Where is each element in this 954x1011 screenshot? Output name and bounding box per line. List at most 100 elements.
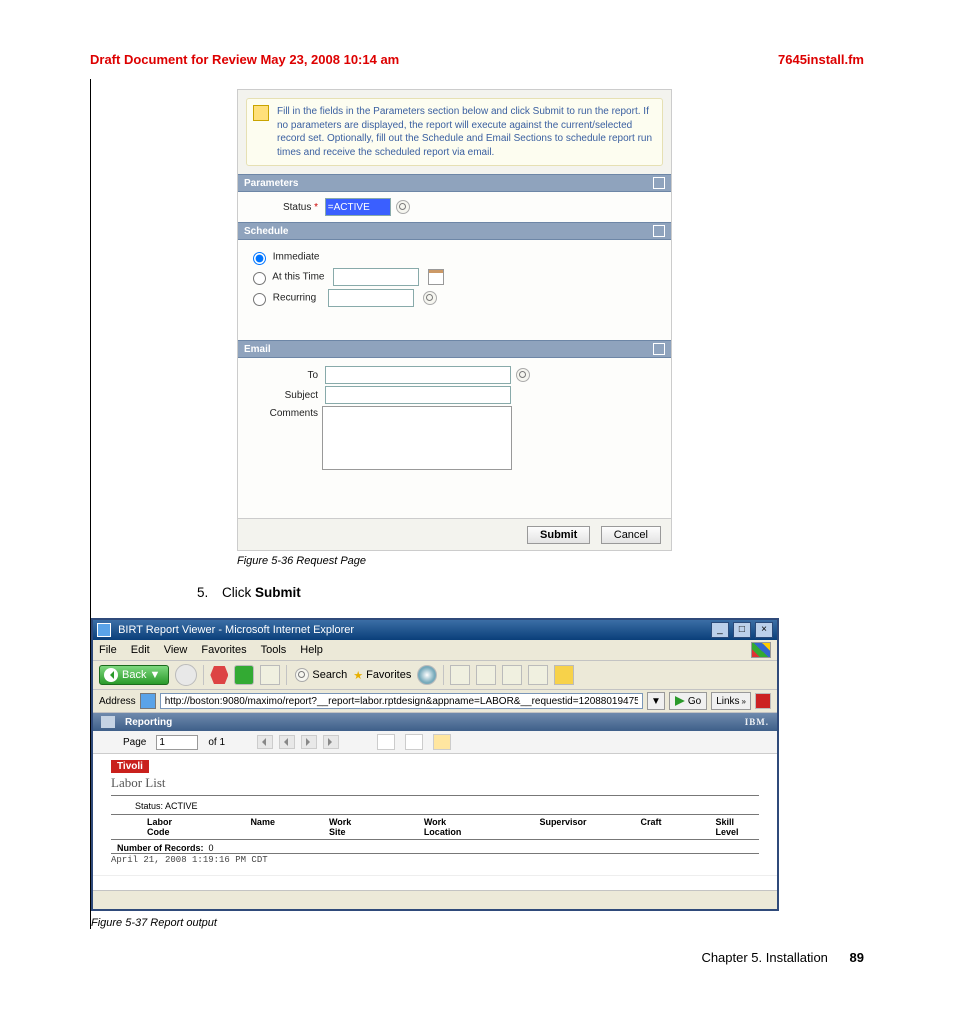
- submit-button[interactable]: Submit: [527, 526, 590, 544]
- email-body: To Subject Comments: [238, 358, 671, 518]
- prev-page-icon[interactable]: [279, 735, 295, 749]
- calendar-icon[interactable]: [428, 269, 444, 285]
- comments-textarea[interactable]: [322, 406, 512, 470]
- at-this-time-radio[interactable]: [253, 272, 266, 285]
- home-icon[interactable]: [260, 665, 280, 685]
- browser-window: BIRT Report Viewer - Microsoft Internet …: [91, 618, 779, 911]
- subject-label: Subject: [246, 390, 318, 401]
- windows-flag-icon: [751, 642, 771, 658]
- page: Draft Document for Review May 23, 2008 1…: [0, 0, 954, 1011]
- immediate-radio[interactable]: [253, 252, 266, 265]
- recurring-lookup-icon[interactable]: [423, 291, 437, 305]
- page-header: Draft Document for Review May 23, 2008 1…: [90, 52, 864, 67]
- export-icon[interactable]: [377, 734, 395, 750]
- close-button[interactable]: ×: [755, 622, 773, 638]
- status-input[interactable]: [325, 198, 391, 216]
- edit-icon[interactable]: [502, 665, 522, 685]
- reporting-label: Reporting: [125, 717, 172, 728]
- col-skill-level: Skill Level: [715, 817, 759, 837]
- address-bar: Address ▼ Go Links »: [93, 690, 777, 713]
- reporting-icon: [101, 716, 115, 728]
- parameters-section-header: Parameters: [238, 174, 671, 192]
- app-icon: [97, 623, 111, 637]
- draft-stamp: Draft Document for Review May 23, 2008 1…: [90, 52, 399, 67]
- print-report-icon[interactable]: [405, 734, 423, 750]
- address-input[interactable]: [160, 693, 643, 709]
- to-lookup-icon[interactable]: [516, 368, 530, 382]
- menu-view[interactable]: View: [164, 644, 188, 656]
- toolbar: Back▼ Search ★ Favorites: [93, 661, 777, 690]
- button-row: Submit Cancel: [238, 518, 671, 550]
- cancel-button[interactable]: Cancel: [601, 526, 661, 544]
- window-title: BIRT Report Viewer - Microsoft Internet …: [97, 623, 354, 637]
- parameters-title: Parameters: [244, 178, 298, 189]
- discuss-icon[interactable]: [528, 665, 548, 685]
- page-number: 89: [850, 950, 864, 965]
- reporting-header-bar: Reporting IBM.: [93, 713, 777, 731]
- back-button[interactable]: Back▼: [99, 665, 169, 685]
- blank-area: [93, 875, 777, 890]
- page-label: Page: [123, 737, 146, 748]
- columns-row: Labor Code Name Work Site Work Location …: [111, 815, 759, 840]
- step-5: 5. Click Submit: [197, 585, 864, 600]
- maximize-button[interactable]: □: [733, 622, 751, 638]
- tivoli-badge: Tivoli: [111, 760, 149, 773]
- col-name: Name: [250, 817, 275, 837]
- collapse-icon[interactable]: [653, 343, 665, 355]
- mail-icon[interactable]: [450, 665, 470, 685]
- content-crop: Fill in the fields in the Parameters sec…: [90, 79, 864, 929]
- stop-icon[interactable]: [210, 666, 228, 684]
- status-lookup-icon[interactable]: [396, 200, 410, 214]
- figure-37-caption: Figure 5-37 Report output: [91, 917, 864, 929]
- email-section-header: Email: [238, 340, 671, 358]
- favorites-button[interactable]: ★ Favorites: [353, 669, 411, 682]
- go-button[interactable]: Go: [669, 692, 707, 710]
- immediate-label: Immediate: [273, 252, 320, 263]
- recurring-label: Recurring: [273, 293, 316, 304]
- search-button[interactable]: Search: [293, 668, 347, 682]
- recurring-radio[interactable]: [253, 293, 266, 306]
- menu-favorites[interactable]: Favorites: [201, 644, 246, 656]
- step-text: Click: [222, 585, 255, 600]
- title-bar: BIRT Report Viewer - Microsoft Internet …: [93, 620, 777, 640]
- of-label: of 1: [208, 737, 225, 748]
- go-arrow-icon: [675, 696, 685, 706]
- email-title: Email: [244, 344, 271, 355]
- col-labor-code: Labor Code: [147, 817, 196, 837]
- menu-file[interactable]: File: [99, 644, 117, 656]
- parameters-body: Status *: [238, 192, 671, 222]
- step-bold: Submit: [255, 585, 301, 600]
- forward-button[interactable]: [175, 664, 197, 686]
- info-text: Fill in the fields in the Parameters sec…: [277, 106, 652, 158]
- minimize-button[interactable]: _: [711, 622, 729, 638]
- recurring-input[interactable]: [328, 289, 414, 307]
- folder-icon[interactable]: [433, 734, 451, 750]
- address-label: Address: [99, 696, 136, 707]
- first-page-icon[interactable]: [257, 735, 273, 749]
- messenger-icon[interactable]: [554, 665, 574, 685]
- at-this-time-input[interactable]: [333, 268, 419, 286]
- menu-help[interactable]: Help: [300, 644, 323, 656]
- subject-input[interactable]: [325, 386, 511, 404]
- acrobat-icon[interactable]: [755, 693, 771, 709]
- page-footer: Chapter 5. Installation 89: [701, 950, 864, 965]
- links-dropdown[interactable]: Links »: [711, 692, 751, 710]
- refresh-icon[interactable]: [234, 665, 254, 685]
- col-work-location: Work Location: [424, 817, 486, 837]
- next-page-icon[interactable]: [301, 735, 317, 749]
- address-dropdown[interactable]: ▼: [647, 692, 665, 710]
- to-input[interactable]: [325, 366, 511, 384]
- collapse-icon[interactable]: [653, 177, 665, 189]
- search-icon: [295, 668, 309, 682]
- to-label: To: [246, 370, 318, 381]
- history-icon[interactable]: [417, 665, 437, 685]
- note-icon: [253, 105, 269, 121]
- collapse-icon[interactable]: [653, 225, 665, 237]
- page-input[interactable]: [156, 735, 198, 750]
- col-supervisor: Supervisor: [539, 817, 586, 837]
- last-page-icon[interactable]: [323, 735, 339, 749]
- menu-edit[interactable]: Edit: [131, 644, 150, 656]
- menu-tools[interactable]: Tools: [261, 644, 287, 656]
- print-icon[interactable]: [476, 665, 496, 685]
- browser-status-bar: [93, 890, 777, 909]
